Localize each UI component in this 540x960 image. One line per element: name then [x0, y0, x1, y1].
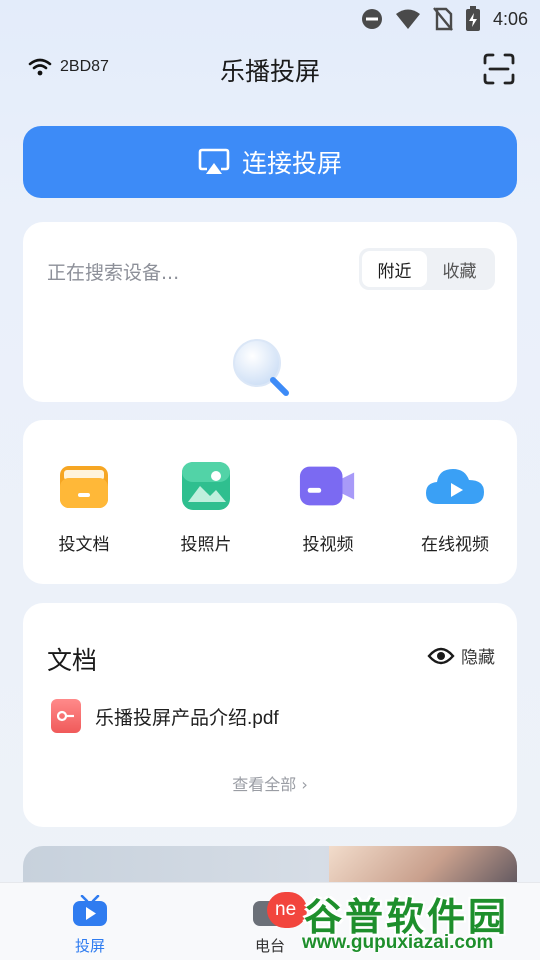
document-folder-icon: [60, 466, 108, 508]
tab-cast[interactable]: 投屏: [50, 894, 130, 956]
documents-card: 文档 隐藏 乐播投屏产品介绍.pdf 查看全部 ›: [23, 603, 517, 827]
cast-tools-card: 投文档 投照片 投视频 在线视频: [23, 420, 517, 584]
watermark-url: www.gupuxiazai.com: [302, 932, 494, 953]
app-header: 2BD87 乐播投屏: [0, 44, 540, 96]
cast-photo-button[interactable]: 投照片: [151, 460, 261, 555]
wifi-signal-icon: [395, 9, 420, 29]
search-status: 正在搜索设备...: [47, 262, 180, 284]
view-all-label: 查看全部: [232, 775, 297, 794]
tab-nearby[interactable]: 附近: [362, 251, 427, 287]
scan-icon: [483, 53, 515, 85]
online-video-button[interactable]: 在线视频: [400, 460, 510, 555]
page-title: 乐播投屏: [219, 57, 320, 86]
tab-favorites[interactable]: 收藏: [427, 251, 492, 287]
tool-label: 投文档: [58, 535, 110, 555]
connect-cast-label: 连接投屏: [241, 149, 342, 178]
tool-label: 投视频: [302, 535, 354, 555]
status-bar: 4:06: [0, 0, 540, 38]
tool-label: 投照片: [180, 535, 232, 555]
list-item[interactable]: 乐播投屏产品介绍.pdf: [51, 699, 279, 733]
tab-label: 投屏: [74, 937, 105, 955]
tab-label: 电台: [254, 937, 285, 955]
battery-charging-icon: [465, 6, 480, 31]
document-name: 乐播投屏产品介绍.pdf: [95, 707, 279, 729]
photo-icon: [182, 462, 230, 510]
hide-documents-button[interactable]: 隐藏: [427, 643, 495, 668]
cloud-play-icon: [426, 469, 484, 504]
device-filter-tabs: 附近 收藏: [359, 248, 495, 290]
no-sim-icon: [433, 7, 453, 31]
dnd-icon: [361, 9, 382, 29]
magnifier-illustration-icon: [233, 339, 289, 396]
eye-icon: [427, 647, 455, 664]
tool-label: 在线视频: [421, 535, 489, 555]
video-camera-icon: [299, 466, 355, 506]
watermark: 谷普软件园 www.gupuxiazai.com: [300, 886, 540, 960]
pdf-icon: [51, 699, 81, 733]
cast-document-button[interactable]: 投文档: [29, 460, 139, 555]
connect-cast-button[interactable]: 连接投屏: [23, 126, 517, 198]
hide-label: 隐藏: [461, 648, 495, 668]
cast-video-button[interactable]: 投视频: [273, 460, 383, 555]
clock: 4:06: [492, 8, 528, 29]
device-search-card: 正在搜索设备... 附近 收藏: [23, 222, 517, 402]
tv-play-icon: [73, 894, 107, 926]
chevron-right-icon: ›: [301, 775, 308, 794]
airplay-icon: [198, 148, 230, 174]
scan-button[interactable]: [482, 52, 516, 86]
view-all-link[interactable]: 查看全部 ›: [23, 771, 517, 795]
section-title: 文档: [47, 646, 98, 675]
